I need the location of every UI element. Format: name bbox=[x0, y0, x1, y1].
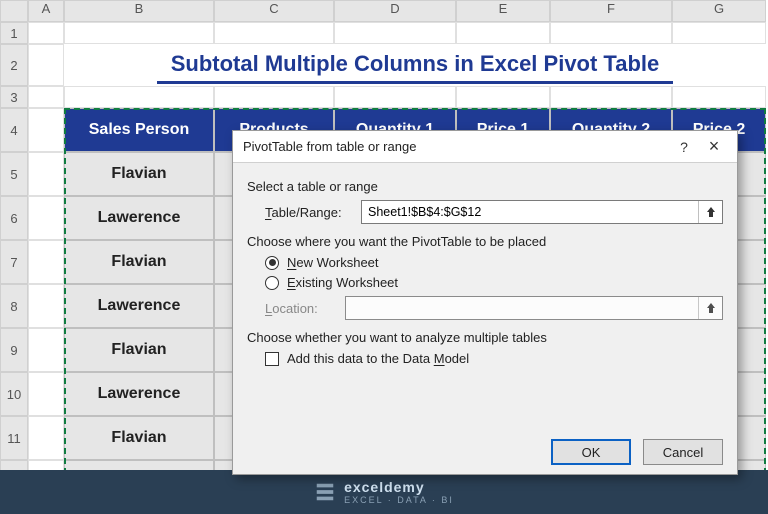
range-field-row: Table/Range: bbox=[265, 200, 723, 224]
radio-existing-worksheet[interactable]: Existing Worksheet bbox=[265, 275, 723, 290]
close-button[interactable]: × bbox=[699, 131, 729, 162]
cell[interactable] bbox=[28, 416, 64, 460]
range-input-wrap bbox=[361, 200, 723, 224]
location-field-row: Location: bbox=[265, 296, 723, 320]
row-header-11[interactable]: 11 bbox=[0, 416, 28, 460]
section-select-range: Select a table or range bbox=[247, 179, 723, 194]
col-header-A[interactable]: A bbox=[28, 0, 64, 22]
page-title: Subtotal Multiple Columns in Excel Pivot… bbox=[157, 47, 674, 84]
collapse-dialog-icon[interactable] bbox=[698, 297, 722, 319]
table-cell[interactable]: Lawerence bbox=[64, 372, 214, 416]
row-header-2[interactable]: 2 bbox=[0, 44, 28, 86]
table-cell[interactable]: Lawerence bbox=[64, 196, 214, 240]
location-input bbox=[346, 301, 698, 315]
col-header-D[interactable]: D bbox=[334, 0, 456, 22]
cell[interactable] bbox=[672, 86, 766, 108]
table-cell[interactable]: Flavian bbox=[64, 416, 214, 460]
section-multiple-tables: Choose whether you want to analyze multi… bbox=[247, 330, 723, 345]
row-header-10[interactable]: 10 bbox=[0, 372, 28, 416]
row-header-1[interactable]: 1 bbox=[0, 22, 28, 44]
radio-label: New Worksheet bbox=[287, 255, 379, 270]
location-label: Location: bbox=[265, 301, 337, 316]
help-button[interactable]: ? bbox=[669, 131, 699, 162]
cell[interactable] bbox=[28, 44, 64, 86]
table-header[interactable]: Sales Person bbox=[64, 108, 214, 152]
watermark-sub: EXCEL · DATA · BI bbox=[344, 495, 454, 505]
col-header-G[interactable]: G bbox=[672, 0, 766, 22]
cell[interactable] bbox=[64, 86, 214, 108]
cell[interactable] bbox=[28, 372, 64, 416]
row-header-8[interactable]: 8 bbox=[0, 284, 28, 328]
col-header-F[interactable]: F bbox=[550, 0, 672, 22]
cell[interactable] bbox=[28, 240, 64, 284]
title-cell[interactable]: Subtotal Multiple Columns in Excel Pivot… bbox=[64, 44, 766, 86]
watermark: exceldemy EXCEL · DATA · BI bbox=[0, 470, 768, 514]
cell[interactable] bbox=[28, 108, 64, 152]
collapse-dialog-icon[interactable] bbox=[698, 201, 722, 223]
row-header-9[interactable]: 9 bbox=[0, 328, 28, 372]
cancel-button[interactable]: Cancel bbox=[643, 439, 723, 465]
cell[interactable] bbox=[456, 86, 550, 108]
col-header-E[interactable]: E bbox=[456, 0, 550, 22]
checkbox-data-model[interactable]: Add this data to the Data Model bbox=[265, 351, 723, 366]
checkbox-label: Add this data to the Data Model bbox=[287, 351, 469, 366]
row-header-7[interactable]: 7 bbox=[0, 240, 28, 284]
cell[interactable] bbox=[214, 86, 334, 108]
cell[interactable] bbox=[334, 22, 456, 44]
column-headers: A B C D E F G bbox=[0, 0, 768, 22]
cell[interactable] bbox=[334, 86, 456, 108]
range-input[interactable] bbox=[362, 205, 698, 219]
radio-icon bbox=[265, 276, 279, 290]
row-header-4[interactable]: 4 bbox=[0, 108, 28, 152]
close-icon: × bbox=[709, 136, 720, 157]
location-input-wrap bbox=[345, 296, 723, 320]
section-placement: Choose where you want the PivotTable to … bbox=[247, 234, 723, 249]
radio-label: Existing Worksheet bbox=[287, 275, 398, 290]
row-header-6[interactable]: 6 bbox=[0, 196, 28, 240]
table-cell[interactable]: Lawerence bbox=[64, 284, 214, 328]
checkbox-icon bbox=[265, 352, 279, 366]
radio-new-worksheet[interactable]: New Worksheet bbox=[265, 255, 723, 270]
dialog-footer: OK Cancel bbox=[233, 430, 737, 474]
radio-icon bbox=[265, 256, 279, 270]
col-header-B[interactable]: B bbox=[64, 0, 214, 22]
pivottable-dialog: PivotTable from table or range ? × Selec… bbox=[232, 130, 738, 475]
cell[interactable] bbox=[28, 196, 64, 240]
cell[interactable] bbox=[550, 22, 672, 44]
cell[interactable] bbox=[456, 22, 550, 44]
cell[interactable] bbox=[28, 152, 64, 196]
table-cell[interactable]: Flavian bbox=[64, 152, 214, 196]
table-cell[interactable]: Flavian bbox=[64, 328, 214, 372]
select-all-corner[interactable] bbox=[0, 0, 28, 22]
cell[interactable] bbox=[28, 328, 64, 372]
cell[interactable] bbox=[214, 22, 334, 44]
watermark-brand: exceldemy bbox=[344, 479, 454, 495]
range-label: Table/Range: bbox=[265, 205, 353, 220]
cell[interactable] bbox=[64, 22, 214, 44]
row-header-3[interactable]: 3 bbox=[0, 86, 28, 108]
ok-button[interactable]: OK bbox=[551, 439, 631, 465]
dialog-title: PivotTable from table or range bbox=[241, 139, 669, 154]
dialog-titlebar[interactable]: PivotTable from table or range ? × bbox=[233, 131, 737, 163]
col-header-C[interactable]: C bbox=[214, 0, 334, 22]
row-header-5[interactable]: 5 bbox=[0, 152, 28, 196]
cell[interactable] bbox=[28, 284, 64, 328]
cell[interactable] bbox=[550, 86, 672, 108]
cell[interactable] bbox=[28, 22, 64, 44]
logo-icon bbox=[314, 481, 336, 503]
dialog-body: Select a table or range Table/Range: Cho… bbox=[233, 163, 737, 366]
cell[interactable] bbox=[28, 86, 64, 108]
cell[interactable] bbox=[672, 22, 766, 44]
table-cell[interactable]: Flavian bbox=[64, 240, 214, 284]
